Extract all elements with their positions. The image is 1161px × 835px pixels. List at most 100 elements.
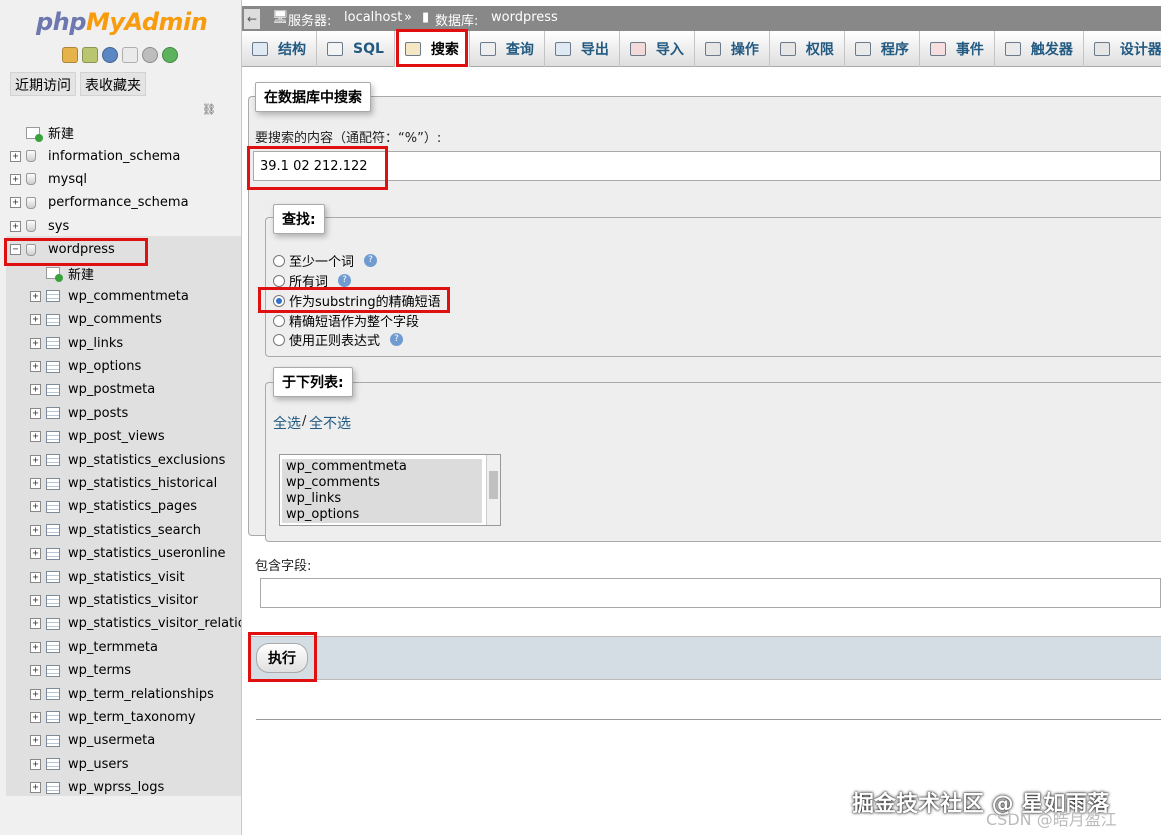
- tree-label[interactable]: wp_statistics_exclusions: [68, 453, 225, 468]
- expand-icon[interactable]: +: [30, 571, 41, 583]
- recent-tab[interactable]: 近期访问: [10, 72, 76, 96]
- tree-table-wp_comments[interactable]: + wp_comments: [0, 308, 241, 331]
- tab-导出[interactable]: 导出: [545, 31, 620, 67]
- tree-label[interactable]: wp_terms: [68, 663, 131, 678]
- database-link[interactable]: wordpress: [491, 10, 558, 25]
- help-icon[interactable]: ?: [364, 254, 378, 267]
- tree-table-wp_commentmeta[interactable]: + wp_commentmeta: [0, 285, 241, 308]
- tree-table-wp_post_views[interactable]: + wp_post_views: [0, 425, 241, 448]
- expand-icon[interactable]: +: [30, 384, 41, 396]
- tree-label[interactable]: wp_links: [68, 336, 123, 351]
- tables-listbox[interactable]: wp_commentmeta wp_comments wp_links wp_opti…: [279, 454, 501, 526]
- tab-结构[interactable]: 结构: [242, 31, 317, 67]
- tree-table-wp_statistics_pages[interactable]: + wp_statistics_pages: [0, 495, 241, 518]
- radio-button[interactable]: [273, 333, 285, 346]
- tree-table-wp_term_taxonomy[interactable]: + wp_term_taxonomy: [0, 706, 241, 729]
- tree-label[interactable]: wp_usermeta: [68, 733, 155, 748]
- tree-label[interactable]: wp_statistics_visitor: [68, 593, 198, 608]
- expand-icon[interactable]: +: [30, 454, 41, 466]
- listbox-scrollbar[interactable]: [486, 455, 500, 525]
- tree-label[interactable]: wp_postmeta: [68, 382, 155, 397]
- radio-button[interactable]: [273, 254, 285, 267]
- reload-icon[interactable]: [162, 47, 178, 63]
- tab-设计器[interactable]: 设计器: [1084, 31, 1161, 67]
- select-none-link[interactable]: 全不选: [309, 413, 351, 433]
- tree-db-information_schema[interactable]: + information_schema: [0, 144, 241, 167]
- tree-label[interactable]: 新建: [48, 123, 74, 142]
- help-icon[interactable]: [102, 47, 118, 63]
- tab-事件[interactable]: 事件: [920, 31, 995, 67]
- tab-操作[interactable]: 操作: [695, 31, 770, 67]
- listbox-option[interactable]: wp_commentmeta: [282, 459, 482, 475]
- tab-程序[interactable]: 程序: [845, 31, 920, 67]
- expand-icon[interactable]: +: [30, 595, 41, 606]
- expand-icon[interactable]: +: [30, 290, 41, 302]
- tree-label[interactable]: wp_comments: [68, 312, 162, 327]
- tree-table-wp_statistics_search[interactable]: + wp_statistics_search: [0, 519, 241, 542]
- expand-icon[interactable]: +: [30, 524, 41, 536]
- help-icon[interactable]: ?: [338, 274, 352, 287]
- search-input[interactable]: 39.1 02 212.122: [253, 151, 1161, 181]
- expand-icon[interactable]: +: [10, 173, 21, 185]
- expand-icon[interactable]: +: [10, 220, 21, 232]
- tree-table-wp_links[interactable]: + wp_links: [0, 332, 241, 355]
- tree-table-wp_postmeta[interactable]: + wp_postmeta: [0, 378, 241, 401]
- tree-label[interactable]: wp_statistics_search: [68, 523, 201, 538]
- tree-label[interactable]: wp_term_taxonomy: [68, 710, 196, 725]
- gear-icon[interactable]: [142, 47, 158, 63]
- listbox-option[interactable]: wp_comments: [282, 475, 482, 491]
- tree-table-wp_termmeta[interactable]: + wp_termmeta: [0, 636, 241, 659]
- favorites-tab[interactable]: 表收藏夹: [80, 72, 146, 96]
- tree-table-wp_posts[interactable]: + wp_posts: [0, 402, 241, 425]
- tab-查询[interactable]: 查询: [470, 31, 545, 67]
- listbox-option[interactable]: wp_options: [282, 507, 482, 523]
- tree-table-wp_statistics_exclusions[interactable]: + wp_statistics_exclusions: [0, 448, 241, 471]
- tree-label[interactable]: 新建: [68, 264, 94, 283]
- tree-table-wp_wprss_logs[interactable]: + wp_wprss_logs: [0, 776, 241, 799]
- tree-label[interactable]: wp_statistics_visitor_relations: [68, 616, 241, 631]
- tree-label[interactable]: wp_wprss_logs: [68, 780, 164, 795]
- expand-icon[interactable]: +: [30, 337, 41, 349]
- tree-label[interactable]: mysql: [48, 172, 87, 187]
- tree-label[interactable]: wp_statistics_visit: [68, 570, 185, 585]
- tree-table-wp_terms[interactable]: + wp_terms: [0, 659, 241, 682]
- docs-icon[interactable]: [122, 47, 138, 63]
- tree-table-wp_statistics_visitor_relations[interactable]: + wp_statistics_visitor_relations: [0, 612, 241, 635]
- tree-label[interactable]: wp_post_views: [68, 429, 165, 444]
- expand-icon[interactable]: +: [30, 782, 41, 794]
- tree-label[interactable]: wp_posts: [68, 406, 128, 421]
- expand-icon[interactable]: +: [30, 665, 41, 677]
- expand-icon[interactable]: +: [30, 501, 41, 513]
- expand-icon[interactable]: +: [30, 688, 41, 700]
- phpmyadmin-logo[interactable]: phpMyAdmin: [36, 8, 208, 36]
- expand-icon[interactable]: +: [30, 431, 41, 443]
- help-icon[interactable]: ?: [390, 333, 404, 346]
- find-option[interactable]: 至少一个词?: [273, 251, 378, 270]
- tree-db-mysql[interactable]: + mysql: [0, 168, 241, 191]
- tree-table-wp_options[interactable]: + wp_options: [0, 355, 241, 378]
- find-option[interactable]: 精确短语作为整个字段: [273, 311, 419, 330]
- expand-icon[interactable]: +: [30, 641, 41, 653]
- expand-icon[interactable]: +: [30, 548, 41, 560]
- tree-label[interactable]: wp_term_relationships: [68, 687, 214, 702]
- listbox-option[interactable]: wp_links: [282, 491, 482, 507]
- expand-icon[interactable]: +: [30, 314, 41, 326]
- tree-label[interactable]: wp_options: [68, 359, 141, 374]
- listbox-scroll-thumb[interactable]: [489, 471, 498, 499]
- expand-icon[interactable]: +: [30, 361, 41, 373]
- tree-label[interactable]: performance_schema: [48, 195, 189, 210]
- logout-icon[interactable]: [82, 47, 98, 63]
- tab-SQL[interactable]: SQL: [317, 31, 395, 67]
- home-icon[interactable]: [62, 47, 78, 63]
- tree-table-wp_term_relationships[interactable]: + wp_term_relationships: [0, 682, 241, 705]
- tree-label[interactable]: wp_statistics_useronline: [68, 546, 226, 561]
- find-option[interactable]: 使用正则表达式?: [273, 330, 404, 349]
- tree-table-wp_statistics_historical[interactable]: + wp_statistics_historical: [0, 472, 241, 495]
- expand-icon[interactable]: +: [30, 711, 41, 723]
- expand-icon[interactable]: +: [30, 618, 41, 630]
- tree-db-performance_schema[interactable]: + performance_schema: [0, 191, 241, 214]
- server-link[interactable]: localhost: [344, 10, 402, 25]
- tree-table-wp_statistics_visit[interactable]: + wp_statistics_visit: [0, 565, 241, 588]
- expand-icon[interactable]: +: [30, 478, 41, 490]
- tree-table-wp_usermeta[interactable]: + wp_usermeta: [0, 729, 241, 752]
